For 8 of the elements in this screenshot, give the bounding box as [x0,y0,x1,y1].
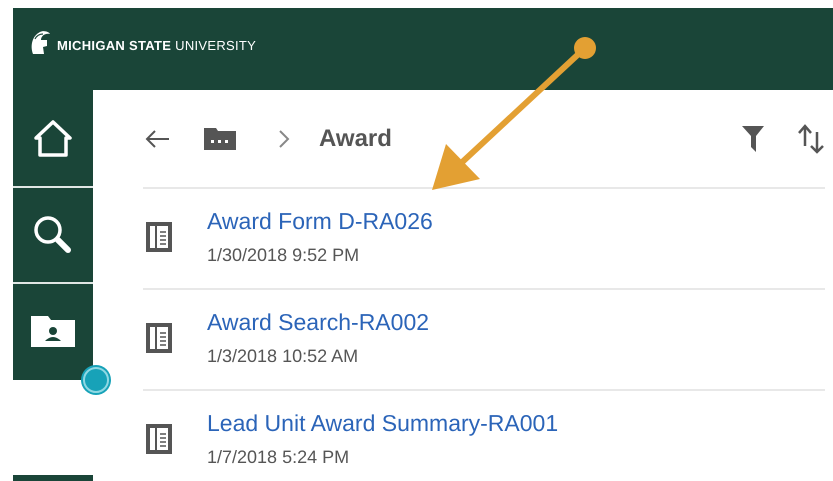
brand-name: MICHIGAN STATE UNIVERSITY [57,37,256,55]
item-link[interactable]: Award Search-RA002 [207,304,430,340]
item-date: 1/3/2018 10:52 AM [207,345,360,368]
item-date: 1/7/2018 5:24 PM [207,446,350,470]
item-date: 1/30/2018 9:52 PM [207,244,360,268]
breadcrumb-current: Award [319,124,392,154]
item-link[interactable]: Lead Unit Award Summary-RA001 [207,406,558,440]
item-link[interactable]: Award Form D-RA026 [207,204,433,238]
